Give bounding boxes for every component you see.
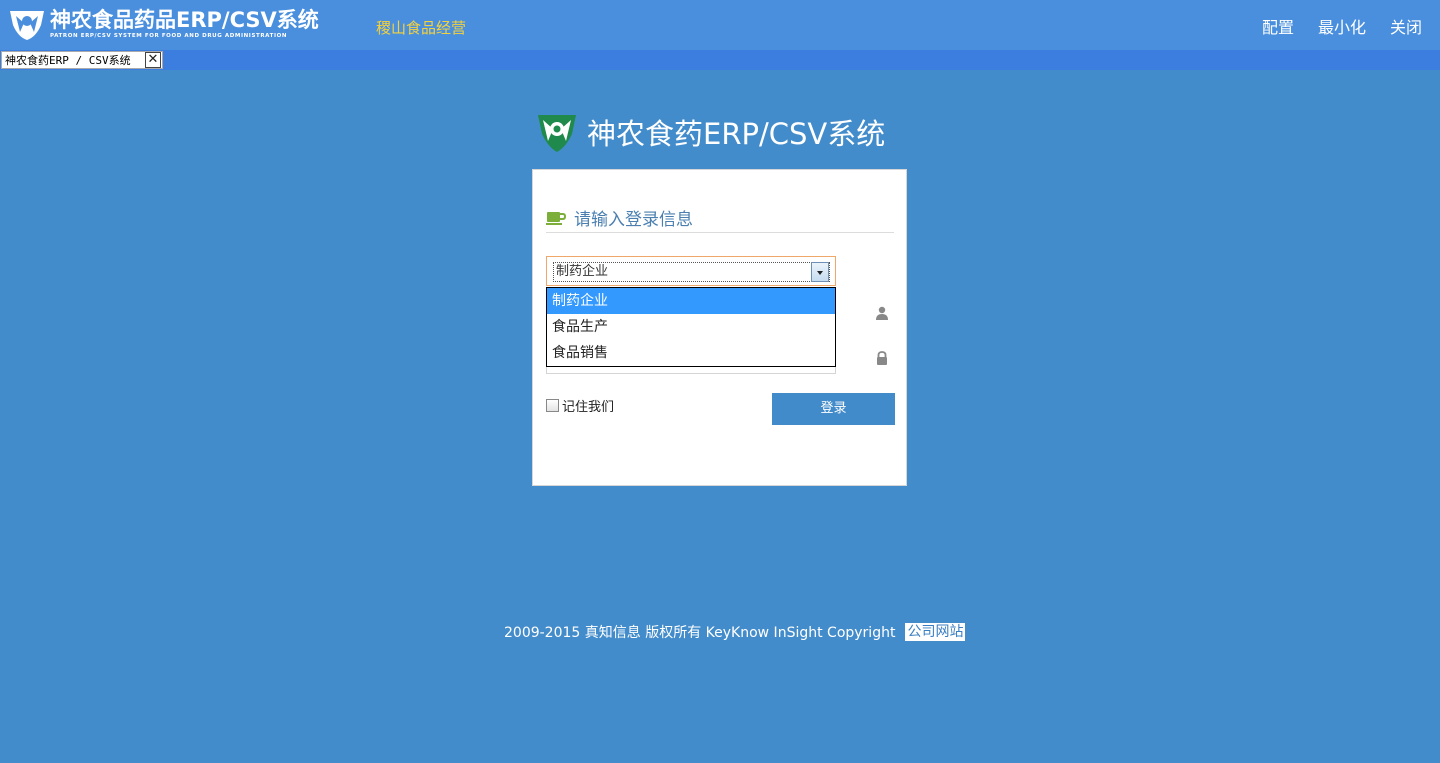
copyright-text: 2009-2015 真知信息 版权所有 KeyKnow InSight Copy… (504, 625, 896, 641)
chevron-down-icon[interactable] (811, 262, 829, 282)
top-header: 神农食品药品ERP/CSV系统 PATRON ERP/CSV SYSTEM FO… (0, 0, 1440, 50)
dropdown-option[interactable]: 食品销售 (547, 340, 835, 366)
remember-label: 记住我们 (562, 400, 615, 415)
close-button[interactable]: 关闭 (1390, 14, 1422, 38)
footer: 2009-2015 真知信息 版权所有 KeyKnow InSight Copy… (504, 622, 966, 642)
config-button[interactable]: 配置 (1262, 14, 1294, 38)
company-type-dropdown: 制药企业 食品生产 食品销售 (546, 287, 836, 367)
dropdown-option[interactable]: 食品生产 (547, 314, 835, 340)
company-type-select[interactable]: 制药企业 (546, 256, 836, 286)
tab-label: 神农食药ERP / CSV系统 (5, 54, 131, 67)
user-icon (876, 306, 888, 320)
tab-strip: 神农食药ERP / CSV系统 ✕ (0, 50, 1440, 70)
shield-logo-icon (10, 11, 44, 40)
app-subtitle: PATRON ERP/CSV SYSTEM FOR FOOD AND DRUG … (50, 33, 288, 39)
remember-checkbox[interactable] (546, 399, 559, 412)
company-website-link[interactable]: 公司网站 (905, 623, 966, 641)
login-panel: 请输入登录信息 制药企业 制药企业 食品生产 食品销售 记住我们 登录 (532, 169, 907, 486)
login-heading: 请输入登录信息 (574, 210, 693, 230)
center-title: 神农食药ERP/CSV系统 (535, 110, 885, 154)
tab-main[interactable]: 神农食药ERP / CSV系统 ✕ (1, 51, 163, 69)
select-value: 制药企业 (553, 262, 830, 282)
remember-me[interactable]: 记住我们 (546, 396, 614, 415)
window-actions: 配置 最小化 关闭 (1238, 14, 1422, 38)
app-title: 神农食品药品ERP/CSV系统 (50, 8, 319, 32)
login-header: 请输入登录信息 (546, 203, 894, 233)
login-button[interactable]: 登录 (772, 393, 895, 425)
minimize-button[interactable]: 最小化 (1318, 14, 1366, 38)
tab-close-icon[interactable]: ✕ (145, 52, 161, 68)
lock-icon (877, 351, 887, 365)
green-shield-logo-icon (538, 115, 576, 152)
dropdown-option[interactable]: 制药企业 (547, 288, 835, 314)
center-title-text: 神农食药ERP/CSV系统 (587, 117, 886, 151)
coffee-cup-icon (546, 211, 566, 225)
company-name: 稷山食品经营 (376, 19, 467, 37)
brand: 神农食品药品ERP/CSV系统 PATRON ERP/CSV SYSTEM FO… (8, 8, 319, 42)
